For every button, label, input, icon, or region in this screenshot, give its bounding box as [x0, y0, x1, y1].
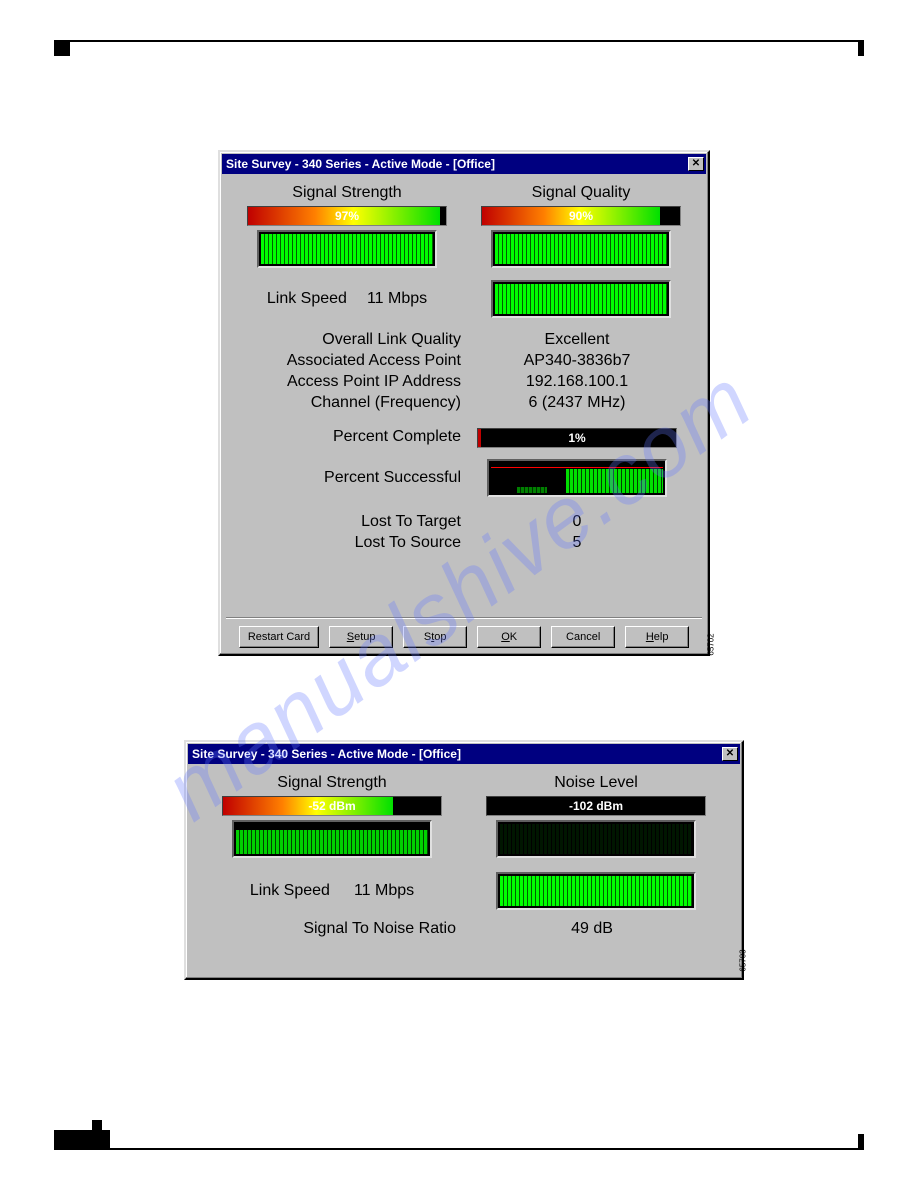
cancel-button[interactable]: Cancel: [551, 626, 615, 648]
lost-target-value: 0: [477, 513, 677, 531]
signal-quality-bar: 90%: [481, 206, 681, 226]
snr-label: Signal To Noise Ratio: [216, 920, 456, 938]
close-icon[interactable]: ✕: [688, 157, 704, 171]
chan-value: 6 (2437 MHz): [477, 394, 677, 412]
noise-bar: -102 dBm: [486, 796, 706, 816]
page-frame: Site Survey - 340 Series - Active Mode -…: [54, 40, 864, 1150]
titlebar-text: Site Survey - 340 Series - Active Mode -…: [226, 157, 495, 171]
signal-strength-label: Signal Strength: [242, 184, 452, 202]
corner-tick-br: [858, 1134, 864, 1150]
corner-tick-tr: [858, 40, 864, 56]
noise-label: Noise Level: [476, 774, 716, 792]
signal-strength-histo-2: [232, 820, 432, 858]
ip-value: 192.168.100.1: [477, 373, 677, 391]
chan-label: Channel (Frequency): [251, 394, 461, 412]
lost-target-label: Lost To Target: [251, 513, 461, 531]
corner-tick-bl: [54, 1130, 110, 1150]
ip-label: Access Point IP Address: [251, 373, 461, 391]
titlebar-1: Site Survey - 340 Series - Active Mode -…: [222, 154, 706, 174]
ap-label: Associated Access Point: [251, 352, 461, 370]
signal-quality-label: Signal Quality: [476, 184, 686, 202]
stop-button[interactable]: Stop: [403, 626, 467, 648]
noise-histo: [496, 820, 696, 858]
help-button[interactable]: Help: [625, 626, 689, 648]
signal-quality-histo: [491, 230, 671, 268]
setup-button[interactable]: Setup: [329, 626, 393, 648]
titlebar-text-2: Site Survey - 340 Series - Active Mode -…: [192, 747, 461, 761]
ok-button[interactable]: OK: [477, 626, 541, 648]
figure-id-1: 65702: [707, 633, 716, 655]
pct-success-histo: [487, 459, 667, 497]
pct-success-label: Percent Successful: [251, 469, 461, 487]
signal-strength-bar-2: -52 dBm: [222, 796, 442, 816]
titlebar-2: Site Survey - 340 Series - Active Mode -…: [188, 744, 740, 764]
snr-value: 49 dB: [472, 920, 712, 938]
link-speed-histo: [491, 280, 671, 318]
window2-content: Signal Strength -52 dBm Noise Level -102…: [186, 766, 742, 949]
link-speed-value-2: 11 Mbps: [354, 882, 414, 900]
pct-complete-bar: 1%: [477, 428, 677, 448]
figure-id-2: 65703: [739, 949, 748, 971]
signal-strength-bar: 97%: [247, 206, 447, 226]
link-speed-histo-2: [496, 872, 696, 910]
signal-strength-histo: [257, 230, 437, 268]
signal-strength-label-2: Signal Strength: [212, 774, 452, 792]
corner-tick-bl-small: [92, 1120, 102, 1130]
noise-value: -102 dBm: [487, 797, 705, 815]
signal-strength-value-2: -52 dBm: [223, 797, 441, 815]
overall-value: Excellent: [477, 331, 677, 349]
corner-tick-tl: [54, 40, 70, 56]
link-speed-label: Link Speed: [267, 290, 347, 308]
site-survey-window-1: Site Survey - 340 Series - Active Mode -…: [218, 150, 710, 656]
ap-value: AP340-3836b7: [477, 352, 677, 370]
pct-complete-value: 1%: [478, 429, 676, 447]
site-survey-window-2: Site Survey - 340 Series - Active Mode -…: [184, 740, 744, 980]
lost-source-value: 5: [477, 534, 677, 552]
restart-card-button[interactable]: Restart Card: [239, 626, 319, 648]
signal-strength-value: 97%: [248, 207, 446, 225]
signal-quality-value: 90%: [482, 207, 680, 225]
lost-source-label: Lost To Source: [251, 534, 461, 552]
link-speed-label-2: Link Speed: [250, 882, 330, 900]
overall-label: Overall Link Quality: [251, 331, 461, 349]
link-speed-value: 11 Mbps: [367, 290, 427, 308]
bottom-rule: [54, 1148, 864, 1150]
top-rule: [54, 40, 864, 42]
close-icon[interactable]: ✕: [722, 747, 738, 761]
button-bar: Restart Card Setup Stop OK Cancel Help: [226, 617, 702, 648]
pct-complete-label: Percent Complete: [251, 428, 461, 452]
window1-content: Signal Strength 97% Signal Quality 90%: [220, 176, 708, 563]
